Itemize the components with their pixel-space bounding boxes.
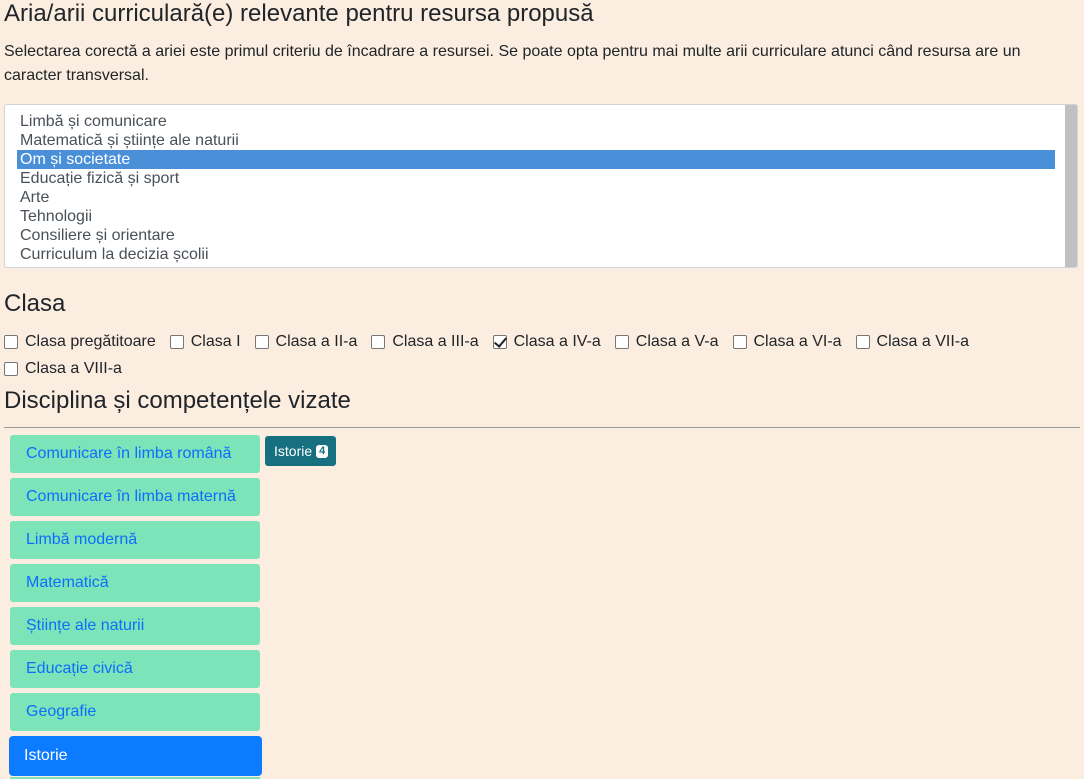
clasa-checkbox-group: Clasa pregătitoare Clasa I Clasa a II-a Cla… (4, 328, 1064, 382)
page: Aria/arii curriculară(e) relevante pentr… (0, 0, 1084, 779)
checkbox[interactable] (855, 334, 870, 349)
arie-option[interactable]: Consiliere și orientare (17, 226, 1055, 245)
checkbox[interactable] (492, 334, 507, 349)
divider (4, 427, 1080, 428)
arie-option[interactable]: Tehnologii (17, 207, 1055, 226)
arie-heading: Aria/arii curriculară(e) relevante pentr… (4, 0, 594, 27)
checkbox[interactable] (732, 334, 747, 349)
disciplina-item[interactable]: Științe ale naturii (10, 607, 260, 645)
checkbox-label: Clasa a VIII-a (25, 359, 122, 377)
checkbox-label: Clasa a VII-a (876, 332, 970, 350)
checkbox-label: Clasa a II-a (275, 332, 358, 350)
clasa-checkbox-item[interactable]: Clasa a IV-a (492, 328, 601, 355)
clasa-heading: Clasa (4, 290, 66, 317)
count-badge: 4 (316, 444, 329, 458)
clasa-checkbox-item[interactable]: Clasa a VII-a (855, 328, 970, 355)
arie-option[interactable]: Educație fizică și sport (17, 169, 1055, 188)
disciplina-item[interactable]: Comunicare în limba română (10, 435, 260, 473)
clasa-checkbox-item[interactable]: Clasa a VI-a (732, 328, 842, 355)
clasa-checkbox-item[interactable]: Clasa I (169, 328, 241, 355)
arie-option[interactable]: Om și societate (17, 150, 1055, 169)
arie-options: Limbă și comunicare Matematică și științe… (17, 112, 1055, 264)
checkbox-label: Clasa a V-a (635, 332, 719, 350)
arie-help-text: Selectarea corectă a ariei este primul c… (4, 43, 1021, 84)
disciplina-item[interactable]: Matematică (10, 564, 260, 602)
clasa-checkbox-item[interactable]: Clasa a VIII-a (4, 355, 122, 382)
arie-option[interactable]: Limbă și comunicare (17, 112, 1055, 131)
arie-multiselect[interactable]: Limbă și comunicare Matematică și științe… (4, 104, 1078, 268)
checkbox[interactable] (254, 334, 269, 349)
scrollbar[interactable] (1065, 105, 1077, 267)
checkbox[interactable] (169, 334, 184, 349)
clasa-checkbox-item[interactable]: Clasa a II-a (254, 328, 358, 355)
arie-option[interactable]: Arte (17, 188, 1055, 207)
clasa-checkbox-item[interactable]: Clasa a V-a (614, 328, 719, 355)
disciplina-item[interactable]: Comunicare în limba maternă (10, 478, 260, 516)
checkbox-label: Clasa pregătitoare (25, 332, 156, 350)
checkbox[interactable] (614, 334, 629, 349)
disciplina-item[interactable]: Limbă modernă (10, 521, 260, 559)
checkbox[interactable] (371, 334, 386, 349)
checkbox-label: Clasa I (190, 332, 241, 350)
disciplina-item[interactable]: Educație civică (10, 650, 260, 688)
checkbox[interactable] (4, 361, 18, 376)
checkbox-label: Clasa a VI-a (753, 332, 842, 350)
checkbox[interactable] (4, 334, 18, 349)
checkbox-label: Clasa a III-a (392, 332, 479, 350)
selected-discipline-tag[interactable]: Istorie 4 (265, 436, 337, 466)
disciplina-item[interactable]: Geografie (10, 693, 260, 731)
clasa-checkbox-item[interactable]: Clasa pregătitoare (4, 328, 156, 355)
disciplina-heading: Disciplina și competențele vizate (4, 387, 351, 414)
clasa-checkbox-item[interactable]: Clasa a III-a (371, 328, 479, 355)
arie-option[interactable]: Curriculum la decizia școlii (17, 245, 1055, 264)
disciplina-list: Comunicare în limba română Comunicare în … (9, 435, 262, 779)
disciplina-item[interactable]: Istorie (9, 736, 262, 776)
checkbox-label: Clasa a IV-a (513, 332, 601, 350)
tag-label: Istorie (274, 443, 313, 459)
arie-option[interactable]: Matematică și științe ale naturii (17, 131, 1055, 150)
